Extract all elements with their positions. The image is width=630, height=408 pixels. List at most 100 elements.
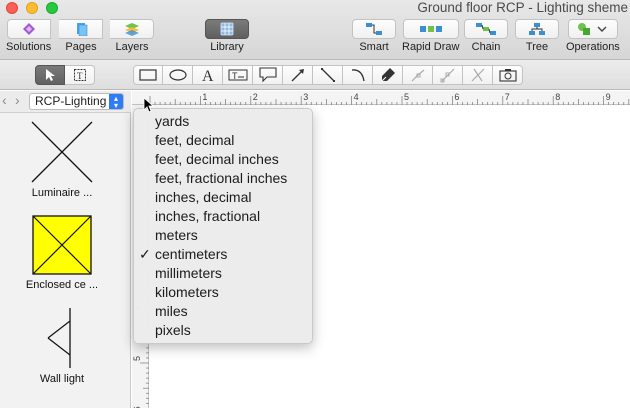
arc-icon [351,69,365,82]
forward-arrow-icon[interactable]: › [15,92,20,108]
menu-item-pixels[interactable]: pixels [134,321,312,340]
ruler-tick-label: 8 [555,92,560,102]
rapid-draw-button[interactable]: Rapid Draw [402,19,459,53]
operations-label: Operations [566,41,620,53]
menu-item-label: centimeters [155,246,228,262]
text-selection-tool[interactable]: T [65,65,95,85]
rectangle-icon [139,69,157,81]
back-arrow-icon[interactable]: ‹ [2,92,7,108]
menu-item-meters[interactable]: meters [134,226,312,245]
menu-item-miles[interactable]: miles [134,302,312,321]
ruler-tick-label: 2 [253,92,258,102]
layers-button[interactable]: Layers [110,19,154,53]
top-ruler[interactable]: 12345678910 [132,91,630,105]
smart-label: Smart [359,41,389,53]
minimize-window-button[interactable] [26,2,38,14]
ellipse-tool[interactable] [163,65,193,85]
menu-item-feet-fractional-inches[interactable]: feet, fractional inches [134,169,312,188]
solutions-label: Solutions [6,41,52,53]
chevron-down-icon [597,26,607,32]
svg-text:T: T [232,71,238,81]
menu-item-label: yards [155,113,190,129]
tree-icon [529,23,545,35]
pages-icon [76,23,87,36]
window-title: Ground floor RCP - Lighting sheme [417,0,628,15]
ellipse-icon [168,69,187,81]
menu-item-yards[interactable]: yards [134,112,312,131]
text-tool[interactable]: A [193,65,223,85]
menu-item-feet-decimal-inches[interactable]: feet, decimal inches [134,150,312,169]
line-icon [320,68,335,82]
selection-tool[interactable] [35,65,65,85]
menu-item-kilometers[interactable]: kilometers [134,283,312,302]
layers-icon [124,23,139,36]
ruler-tick-label: 5 [404,92,409,102]
drawing-tool-strip: T A T [0,60,630,90]
menu-item-inches-decimal[interactable]: inches, decimal [134,188,312,207]
pen-icon [381,68,395,82]
menu-item-feet-decimal[interactable]: feet, decimal [134,131,312,150]
library-select[interactable]: RCP-Lighting ▴ ▾ [29,93,124,110]
operations-icon [578,23,591,35]
menu-item-millimeters[interactable]: millimeters [134,264,312,283]
direct-connector-tool[interactable] [283,65,313,85]
bezier-tool [433,65,463,85]
menu-item-inches-fractional[interactable]: inches, fractional [134,207,312,226]
arrow-line-icon [291,69,304,82]
library-item-enclosed-ceiling[interactable]: Enclosed ce ... [0,215,124,291]
bezier-icon [440,68,454,83]
line-tool[interactable] [313,65,343,85]
library-item-caption: Enclosed ce ... [25,279,99,291]
library-item-caption: Wall light [39,373,85,385]
ruler-tick-label: 5 [132,356,142,361]
ruler-tick-label: 1 [202,92,207,102]
callout-icon [258,67,277,83]
chain-button[interactable]: Chain [464,19,508,53]
pages-button[interactable]: Pages [59,19,103,53]
ruler-tick-label: 6 [454,92,459,102]
text-icon: A [202,68,214,83]
tree-button[interactable]: Tree [515,19,559,53]
camera-icon [498,69,517,82]
operations-button[interactable]: Operations [566,19,620,53]
pen-tool[interactable] [373,65,403,85]
stepper-icon: ▴ ▾ [109,94,123,109]
curve-tool [403,65,433,85]
smart-button[interactable]: Smart [352,19,396,53]
luminaire-symbol [31,121,93,183]
insert-picture-tool[interactable] [493,65,523,85]
menu-item-label: feet, decimal inches [155,151,279,167]
svg-text:T: T [77,71,83,81]
library-icon [220,22,234,36]
mouse-cursor-icon [143,97,154,113]
ruler-tick-label: 3 [303,92,308,102]
zoom-window-button[interactable] [46,2,58,14]
pages-label: Pages [65,41,97,53]
menu-item-label: miles [155,303,188,319]
callout-tool[interactable] [253,65,283,85]
menu-item-centimeters[interactable]: ✓ centimeters [134,245,312,264]
library-button[interactable]: Library [205,19,249,53]
text-block-tool[interactable]: T [223,65,253,85]
library-nav: ‹ › RCP-Lighting ▴ ▾ [0,91,131,113]
ruler-tick-label: 7 [505,92,510,102]
disconnect-icon [471,68,484,82]
enclosed-ceiling-light-symbol [32,215,92,275]
rapid-draw-label: Rapid Draw [402,41,460,53]
arc-tool[interactable] [343,65,373,85]
ruler-tick-label: 4 [354,92,359,102]
rectangle-tool[interactable] [133,65,163,85]
solutions-button[interactable]: Solutions [6,19,51,53]
menu-item-label: inches, decimal [155,189,252,205]
text-box-select-icon: T [73,69,86,81]
rapid-draw-icon [419,26,442,32]
layers-label: Layers [115,41,149,53]
close-window-button[interactable] [6,2,18,14]
svg-text:A: A [202,68,214,83]
library-item-wall-light[interactable]: Wall light [0,307,124,385]
library-item-luminaire[interactable]: Luminaire ... [0,121,124,199]
menu-item-label: pixels [155,322,191,338]
wall-light-symbol [47,308,71,368]
menu-item-label: inches, fractional [155,208,261,224]
library-select-value: RCP-Lighting [35,94,107,108]
